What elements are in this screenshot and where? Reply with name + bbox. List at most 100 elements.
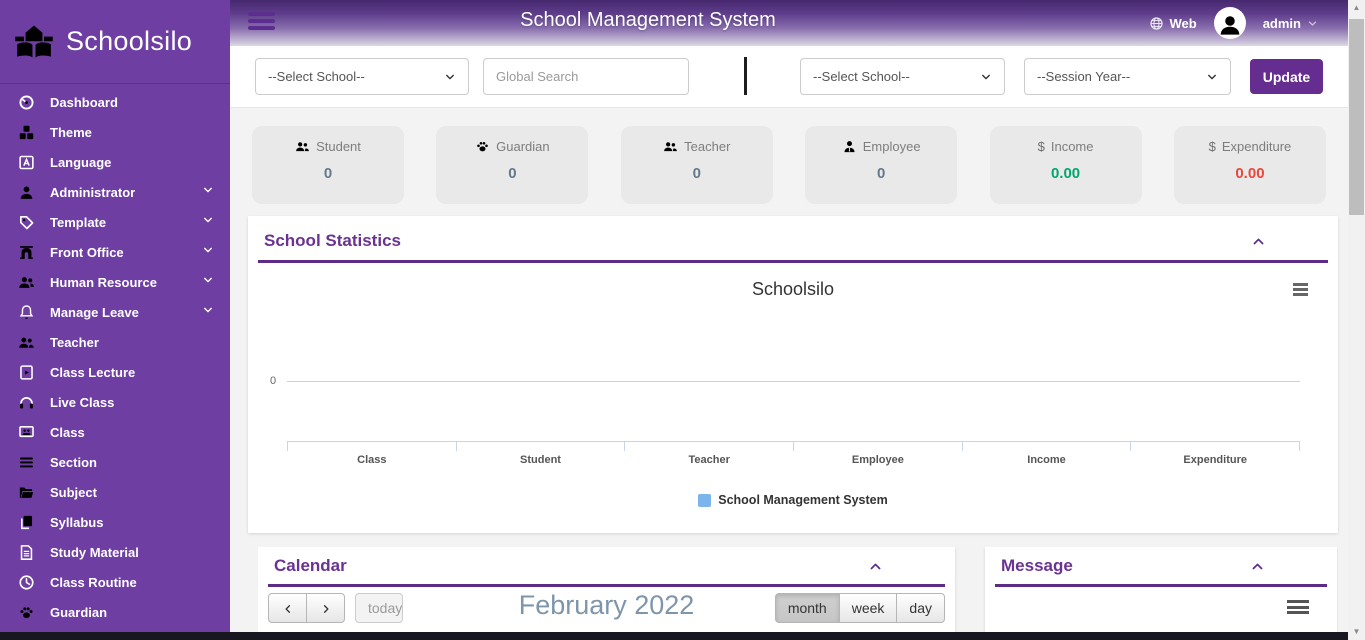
- x-axis-cell: Teacher: [625, 442, 795, 466]
- user-menu[interactable]: admin: [1263, 16, 1318, 31]
- stat-card-expenditure: $ Expenditure 0.00: [1173, 126, 1326, 204]
- collapse-message-button[interactable]: [1250, 559, 1265, 574]
- chevron-up-icon: [1250, 559, 1265, 574]
- sidebar-item-guardian[interactable]: Guardian: [0, 597, 230, 627]
- clock-icon: [18, 574, 35, 591]
- sidebar-item-label: Study Material: [50, 544, 139, 560]
- x-axis-cell: Class: [287, 442, 457, 466]
- sidebar-item-label: Class Lecture: [50, 364, 136, 380]
- bars-icon: [18, 454, 35, 471]
- prev-month-button[interactable]: [268, 593, 307, 623]
- school-select-1[interactable]: --Select School--: [255, 58, 469, 95]
- web-label: Web: [1169, 15, 1197, 31]
- sidebar-item-study-material[interactable]: Study Material: [0, 537, 230, 567]
- chevron-down-icon: [1307, 18, 1318, 29]
- stat-value: 0: [692, 165, 701, 182]
- sidebar-item-subject[interactable]: Subject: [0, 477, 230, 507]
- file-lines-icon: [18, 544, 35, 561]
- sidebar: Schoolsilo Dashboard Theme Language Adminis…: [0, 0, 230, 632]
- sidebar-item-live-class[interactable]: Live Class: [0, 387, 230, 417]
- users-icon: [663, 139, 678, 154]
- main-area: School Management System Web admin --Sel…: [230, 0, 1348, 640]
- legend-label: School Management System: [718, 493, 888, 507]
- chart-context-menu-icon[interactable]: [1293, 283, 1308, 298]
- next-month-button[interactable]: [306, 593, 345, 623]
- collapse-statistics-button[interactable]: [1251, 234, 1266, 249]
- message-menu-icon[interactable]: [1287, 600, 1309, 615]
- stat-card-label: Employee: [805, 139, 957, 154]
- scroll-up-arrow-icon[interactable]: ▲: [1348, 0, 1365, 16]
- scroll-down-arrow-icon[interactable]: ▼: [1348, 624, 1365, 640]
- chevron-down-icon: [202, 183, 214, 201]
- topbar-right-cluster: Web admin: [1149, 7, 1348, 39]
- view-month-button[interactable]: month: [774, 593, 840, 623]
- chalkboard-icon: [18, 424, 35, 441]
- text-caret: [744, 57, 747, 95]
- web-link[interactable]: Web: [1149, 15, 1197, 31]
- session-year-value: --Session Year--: [1037, 69, 1131, 84]
- stat-label-text: Guardian: [496, 139, 550, 154]
- x-axis-label: Class: [357, 454, 387, 466]
- stat-value: 0: [508, 165, 517, 182]
- tag-icon: [18, 214, 35, 231]
- global-search-input[interactable]: [483, 58, 689, 95]
- stat-card-student: Student 0: [252, 126, 404, 204]
- calendar-title: Calendar: [274, 556, 347, 575]
- scrollbar-thumb[interactable]: [1349, 19, 1364, 215]
- sidebar-item-label: Section: [50, 454, 97, 470]
- chevron-down-icon: [980, 71, 992, 83]
- sidebar-item-language[interactable]: Language: [0, 147, 230, 177]
- sidebar-item-label: Language: [50, 154, 112, 170]
- chevron-down-icon: [202, 184, 214, 196]
- sidebar-item-teacher[interactable]: Teacher: [0, 327, 230, 357]
- session-year-select[interactable]: --Session Year--: [1024, 58, 1231, 95]
- sidebar-item-theme[interactable]: Theme: [0, 117, 230, 147]
- sidebar-item-human-resource[interactable]: Human Resource: [0, 267, 230, 297]
- sidebar-item-class-lecture[interactable]: Class Lecture: [0, 357, 230, 387]
- paw-icon: [475, 139, 490, 154]
- calendar-toolbar: today February 2022 month week day: [258, 590, 955, 633]
- school-select-2-value: --Select School--: [813, 69, 910, 84]
- chevron-down-icon: [1206, 71, 1218, 83]
- view-day-button[interactable]: day: [896, 593, 945, 623]
- sidebar-item-section[interactable]: Section: [0, 447, 230, 477]
- school-select-2[interactable]: --Select School--: [800, 58, 1005, 95]
- chart-x-axis: Class Student Teacher Employee Income Expendi…: [287, 441, 1301, 466]
- sidebar-item-label: Class: [50, 424, 85, 440]
- sidebar-toggle-hamburger-icon[interactable]: [248, 12, 275, 33]
- view-week-button[interactable]: week: [838, 593, 898, 623]
- x-axis-label: Income: [1027, 454, 1066, 466]
- sidebar-item-template[interactable]: Template: [0, 207, 230, 237]
- sidebar-item-dashboard[interactable]: Dashboard: [0, 87, 230, 117]
- sidebar-item-label: Human Resource: [50, 274, 157, 290]
- user-icon: [18, 184, 35, 201]
- today-button[interactable]: today: [355, 593, 403, 623]
- update-button[interactable]: Update: [1250, 59, 1323, 94]
- collapse-calendar-button[interactable]: [868, 559, 883, 574]
- sidebar-item-label: Syllabus: [50, 514, 104, 530]
- page-title: School Management System: [520, 9, 776, 31]
- sidebar-item-manage-leave[interactable]: Manage Leave: [0, 297, 230, 327]
- sidebar-item-class-routine[interactable]: Class Routine: [0, 567, 230, 597]
- sidebar-item-class[interactable]: Class: [0, 417, 230, 447]
- sidebar-item-label: Class Routine: [50, 574, 137, 590]
- globe-icon: [1149, 16, 1164, 31]
- user-group-icon: [18, 274, 35, 291]
- sidebar-item-administrator[interactable]: Administrator: [0, 177, 230, 207]
- brand-header[interactable]: Schoolsilo: [0, 0, 230, 84]
- gauge-icon: [18, 94, 35, 111]
- chevron-down-icon: [444, 71, 456, 83]
- sidebar-item-syllabus[interactable]: Syllabus: [0, 507, 230, 537]
- school-statistics-header: School Statistics: [248, 216, 1338, 260]
- stat-value: 0.00: [1050, 165, 1081, 182]
- stat-card-label: Teacher: [621, 139, 773, 154]
- calendar-month-title: February 2022: [518, 590, 695, 620]
- chevron-down-icon: [202, 303, 214, 321]
- chart-legend[interactable]: School Management System: [248, 493, 1338, 507]
- stat-label-text: Employee: [862, 139, 921, 154]
- stats-row: Student 0 Guardian 0 Teacher 0 Employee 0 $ Incom…: [230, 126, 1348, 204]
- avatar[interactable]: [1213, 7, 1246, 39]
- vertical-scrollbar[interactable]: ▲ ▼: [1348, 0, 1365, 640]
- sidebar-item-front-office[interactable]: Front Office: [0, 237, 230, 267]
- username: admin: [1262, 15, 1301, 31]
